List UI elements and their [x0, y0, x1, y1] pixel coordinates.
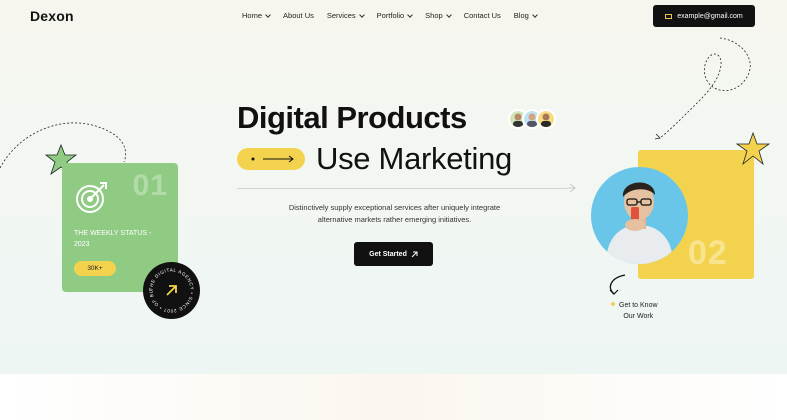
nav-item-portfolio[interactable]: Portfolio [377, 11, 413, 20]
rotating-badge[interactable]: THE DIGITAL AGENCY • SINCE 2007 • OF BUS… [141, 258, 200, 319]
nav-item-about[interactable]: About Us [283, 11, 314, 20]
chevron-down-icon [265, 11, 271, 18]
nav-item-blog[interactable]: Blog [513, 11, 538, 20]
email-button[interactable]: example@gmail.com [653, 5, 755, 27]
nav-label: Portfolio [376, 11, 405, 20]
target-icon [76, 182, 107, 213]
arrow-pill [237, 148, 305, 170]
arrow-up-right-icon [411, 251, 418, 257]
person-image [606, 182, 673, 264]
get-to-know-link[interactable]: Get to Know Our Work [619, 300, 658, 322]
nav-label: Contact Us [463, 11, 501, 20]
nav-item-contact[interactable]: Contact Us [464, 11, 501, 20]
cta-label: Get Started [369, 250, 407, 258]
next-section [0, 374, 787, 420]
nav-item-shop[interactable]: Shop [425, 11, 452, 20]
card-number: 01 [132, 169, 168, 202]
avatar [536, 109, 556, 129]
star-icon [735, 131, 771, 166]
divider [237, 188, 567, 189]
stat-badge: 30K+ [74, 261, 116, 276]
chevron-down-icon [407, 11, 413, 18]
logo[interactable]: Dexon [30, 8, 74, 24]
email-label: example@gmail.com [677, 12, 743, 20]
nav-label: Blog [513, 11, 529, 20]
bullet-dot [611, 302, 615, 306]
hero-title-line1: Digital Products [237, 100, 467, 135]
main-nav: Home About Us Services Portfolio Shop Co… [242, 11, 550, 20]
chevron-down-icon [358, 11, 365, 18]
chevron-down-icon [445, 11, 452, 18]
caption-line2: Our Work [623, 313, 654, 320]
nav-item-home[interactable]: Home [242, 11, 271, 20]
card-status: THE WEEKLY STATUS - 2023 [74, 230, 152, 248]
nav-item-services[interactable]: Services [326, 11, 365, 20]
caption-line1: Get to Know [619, 302, 658, 309]
hero-description: Distinctively supply exceptional service… [288, 203, 501, 224]
nav-label: Home [242, 11, 263, 20]
circular-text: THE DIGITAL AGENCY • SINCE 2007 • OF BUS… [141, 258, 195, 314]
person-photo [591, 167, 688, 264]
arrow-right-icon [251, 155, 294, 163]
nav-label: About Us [283, 11, 314, 20]
mail-icon [665, 13, 673, 19]
get-started-button[interactable]: Get Started [354, 242, 433, 266]
chevron-down-icon [531, 11, 538, 18]
card-number: 02 [688, 234, 728, 272]
nav-label: Shop [425, 11, 443, 20]
hero-title-line2: Use Marketing [316, 141, 512, 176]
avatar-group [508, 109, 556, 129]
svg-text:THE DIGITAL AGENCY • SINCE 200: THE DIGITAL AGENCY • SINCE 2007 • OF BUS… [143, 262, 195, 314]
nav-label: Services [326, 11, 356, 20]
